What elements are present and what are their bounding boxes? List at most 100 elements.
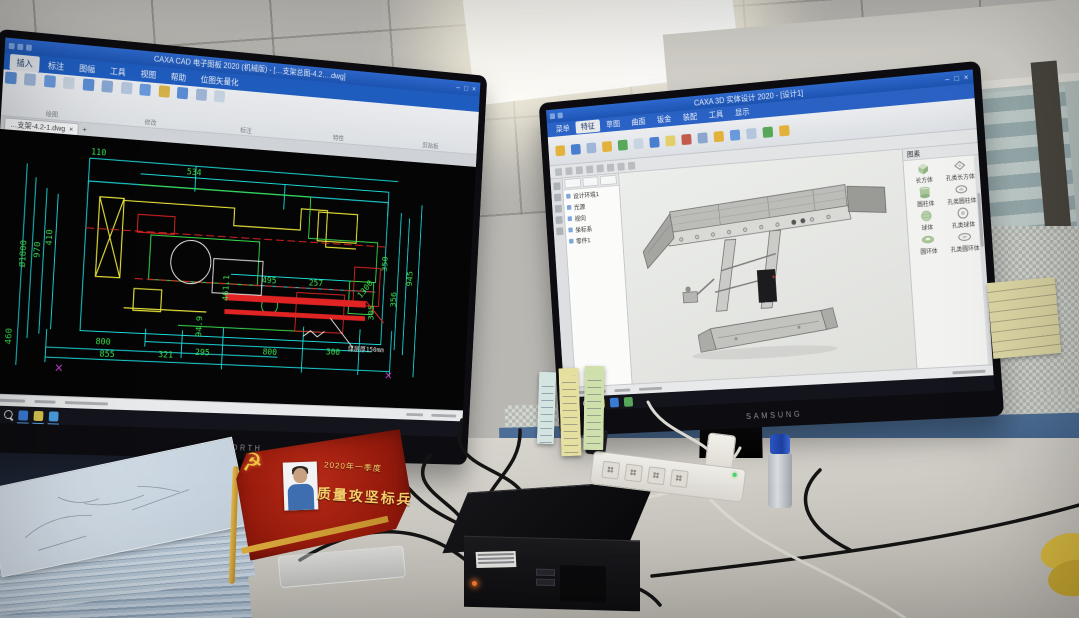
dim-label: 970 [33, 241, 44, 258]
tab-surface[interactable]: 曲面 [626, 115, 651, 130]
cylinder-icon [917, 185, 933, 200]
tab-help[interactable]: 帮助 [164, 68, 193, 86]
dim-label: 295 [195, 348, 210, 358]
bottle-cap [770, 434, 790, 454]
taskbar-app-cad[interactable] [33, 410, 43, 420]
office-scene: CAXA CAD 电子图板 2020 (机械版) - […支架总图-4.2….d… [0, 0, 1079, 618]
hole-cylinder-icon [953, 182, 969, 197]
plaque-acrylic-base [278, 545, 406, 588]
blue-cap-bottle [764, 434, 798, 510]
photo-shirt [287, 484, 314, 511]
hole-sphere-icon [955, 206, 971, 221]
dim-label: 257 [308, 279, 323, 289]
tab-display[interactable]: 显示 [729, 105, 755, 120]
maximize-button[interactable]: □ [464, 84, 468, 93]
left-screen: CAXA CAD 电子图板 2020 (机械版) - […支架总图-4.2….d… [0, 37, 480, 437]
quick-access-toolbar[interactable] [5, 42, 36, 51]
library-item[interactable]: 孔类长方体 [941, 157, 978, 183]
right-body: 设计环境1 光源 视向 坐标系 零件1 [550, 143, 992, 387]
dim-label: 410 [45, 229, 56, 246]
outlet-socket[interactable] [670, 469, 689, 488]
tab-view[interactable]: 视图 [134, 65, 163, 83]
minimize-button[interactable]: – [456, 83, 460, 92]
dim-label: 300 [326, 348, 341, 358]
taskbar-app-notes[interactable] [624, 396, 633, 406]
dim-label: 305 [367, 305, 376, 321]
new-doc-tab-button[interactable]: + [82, 125, 87, 134]
library-item[interactable]: 孔类圆柱体 [943, 181, 980, 207]
cube-icon [915, 161, 931, 176]
design-library-panel: 图素 长方体 孔类长方体 圆柱体 [902, 143, 993, 368]
tab-tools[interactable]: 工具 [703, 107, 729, 122]
left-monitor: CAXA CAD 电子图板 2020 (机械版) - […支架总图-4.2….d… [0, 29, 487, 465]
power-led [472, 581, 477, 586]
doc-tab-close-icon[interactable]: × [69, 124, 74, 133]
sticky-note-yellow [558, 368, 581, 457]
tab-tools[interactable]: 工具 [103, 62, 133, 80]
taskbar-app-explorer[interactable] [18, 410, 28, 420]
cad-3d-canvas[interactable] [619, 149, 917, 383]
dim-label: 350 [381, 256, 390, 272]
quick-access-toolbar[interactable] [546, 112, 566, 119]
tab-assembly[interactable]: 装配 [677, 110, 703, 125]
party-emblem-icon: ☭ [240, 447, 264, 478]
dim-label: 495 [262, 276, 277, 287]
dim-label: 94.9 [195, 316, 205, 338]
hydraulic-support-model [619, 149, 917, 383]
tab-sheetmetal[interactable]: 钣金 [651, 112, 677, 127]
search-icon[interactable] [4, 410, 13, 419]
library-item[interactable]: 圆柱体 [907, 184, 943, 209]
dim-label: 460 [4, 328, 15, 345]
memo-note-on-glass [987, 277, 1061, 359]
tab-feature[interactable]: 特征 [575, 119, 600, 133]
sticky-note-green [583, 366, 604, 450]
maximize-button[interactable]: □ [954, 73, 959, 82]
id-photo [283, 461, 319, 510]
dim-label: 110 [91, 147, 107, 158]
tab-frame[interactable]: 图幅 [72, 59, 102, 77]
close-button[interactable]: × [963, 72, 968, 81]
right-screen: CAXA 3D 实体设计 2020 - [设计1] – □ × 菜单 特征 草图… [546, 69, 995, 411]
tab-dimension[interactable]: 标注 [41, 56, 71, 74]
sticky-note-blue [537, 372, 557, 445]
taskbar-app-cad3d[interactable] [610, 397, 619, 407]
mini-pc-label [476, 551, 517, 568]
tab-insert[interactable]: 插入 [9, 53, 40, 72]
library-item[interactable]: 孔类球体 [945, 205, 982, 230]
front-cable-plug [560, 565, 606, 602]
library-item[interactable]: 球体 [909, 208, 946, 233]
tab-sketch[interactable]: 草图 [600, 117, 625, 132]
dim-label: 321 [158, 350, 173, 361]
dim-label: 945 [406, 271, 415, 287]
award-plaque: ☭ 2020年一季度 质量攻坚标兵 [223, 426, 426, 600]
photo-face [293, 468, 308, 483]
minimize-button[interactable]: – [945, 74, 950, 83]
library-grid: 长方体 孔类长方体 圆柱体 孔类圆柱体 [903, 155, 992, 368]
tab-menu[interactable]: 菜单 [550, 122, 575, 136]
hole-torus-icon [956, 229, 972, 244]
library-item[interactable]: 长方体 [906, 160, 942, 186]
power-strip [581, 410, 761, 526]
dim-label: 534 [186, 167, 201, 178]
blueprint-paper-stack [0, 446, 258, 618]
library-item[interactable]: 孔类圆环体 [946, 229, 983, 254]
dim-label: 855 [99, 349, 115, 360]
torus-icon [920, 232, 936, 247]
outlet-socket[interactable] [624, 464, 643, 483]
outlet-socket[interactable] [601, 461, 620, 480]
taskbar-app-browser[interactable] [49, 411, 59, 421]
outlet-socket[interactable] [647, 466, 666, 485]
dim-label: 356 [390, 292, 399, 308]
bottle-body [768, 452, 792, 508]
yellow-objects-corner [1034, 534, 1079, 618]
mini-pc-front [464, 536, 640, 612]
usb-port[interactable] [536, 579, 555, 586]
drawing-note: 煤层厚150mm [348, 344, 384, 354]
usb-port[interactable] [536, 569, 555, 576]
library-item[interactable]: 圆环体 [910, 231, 947, 256]
close-button[interactable]: × [472, 85, 476, 94]
cad-2d-canvas[interactable]: 110 534 Ø1800 970 410 495 257 350 356 94… [0, 129, 476, 410]
sphere-icon [918, 208, 934, 223]
dim-label: 800 [95, 337, 111, 348]
dim-label: 461.1 [221, 275, 231, 302]
